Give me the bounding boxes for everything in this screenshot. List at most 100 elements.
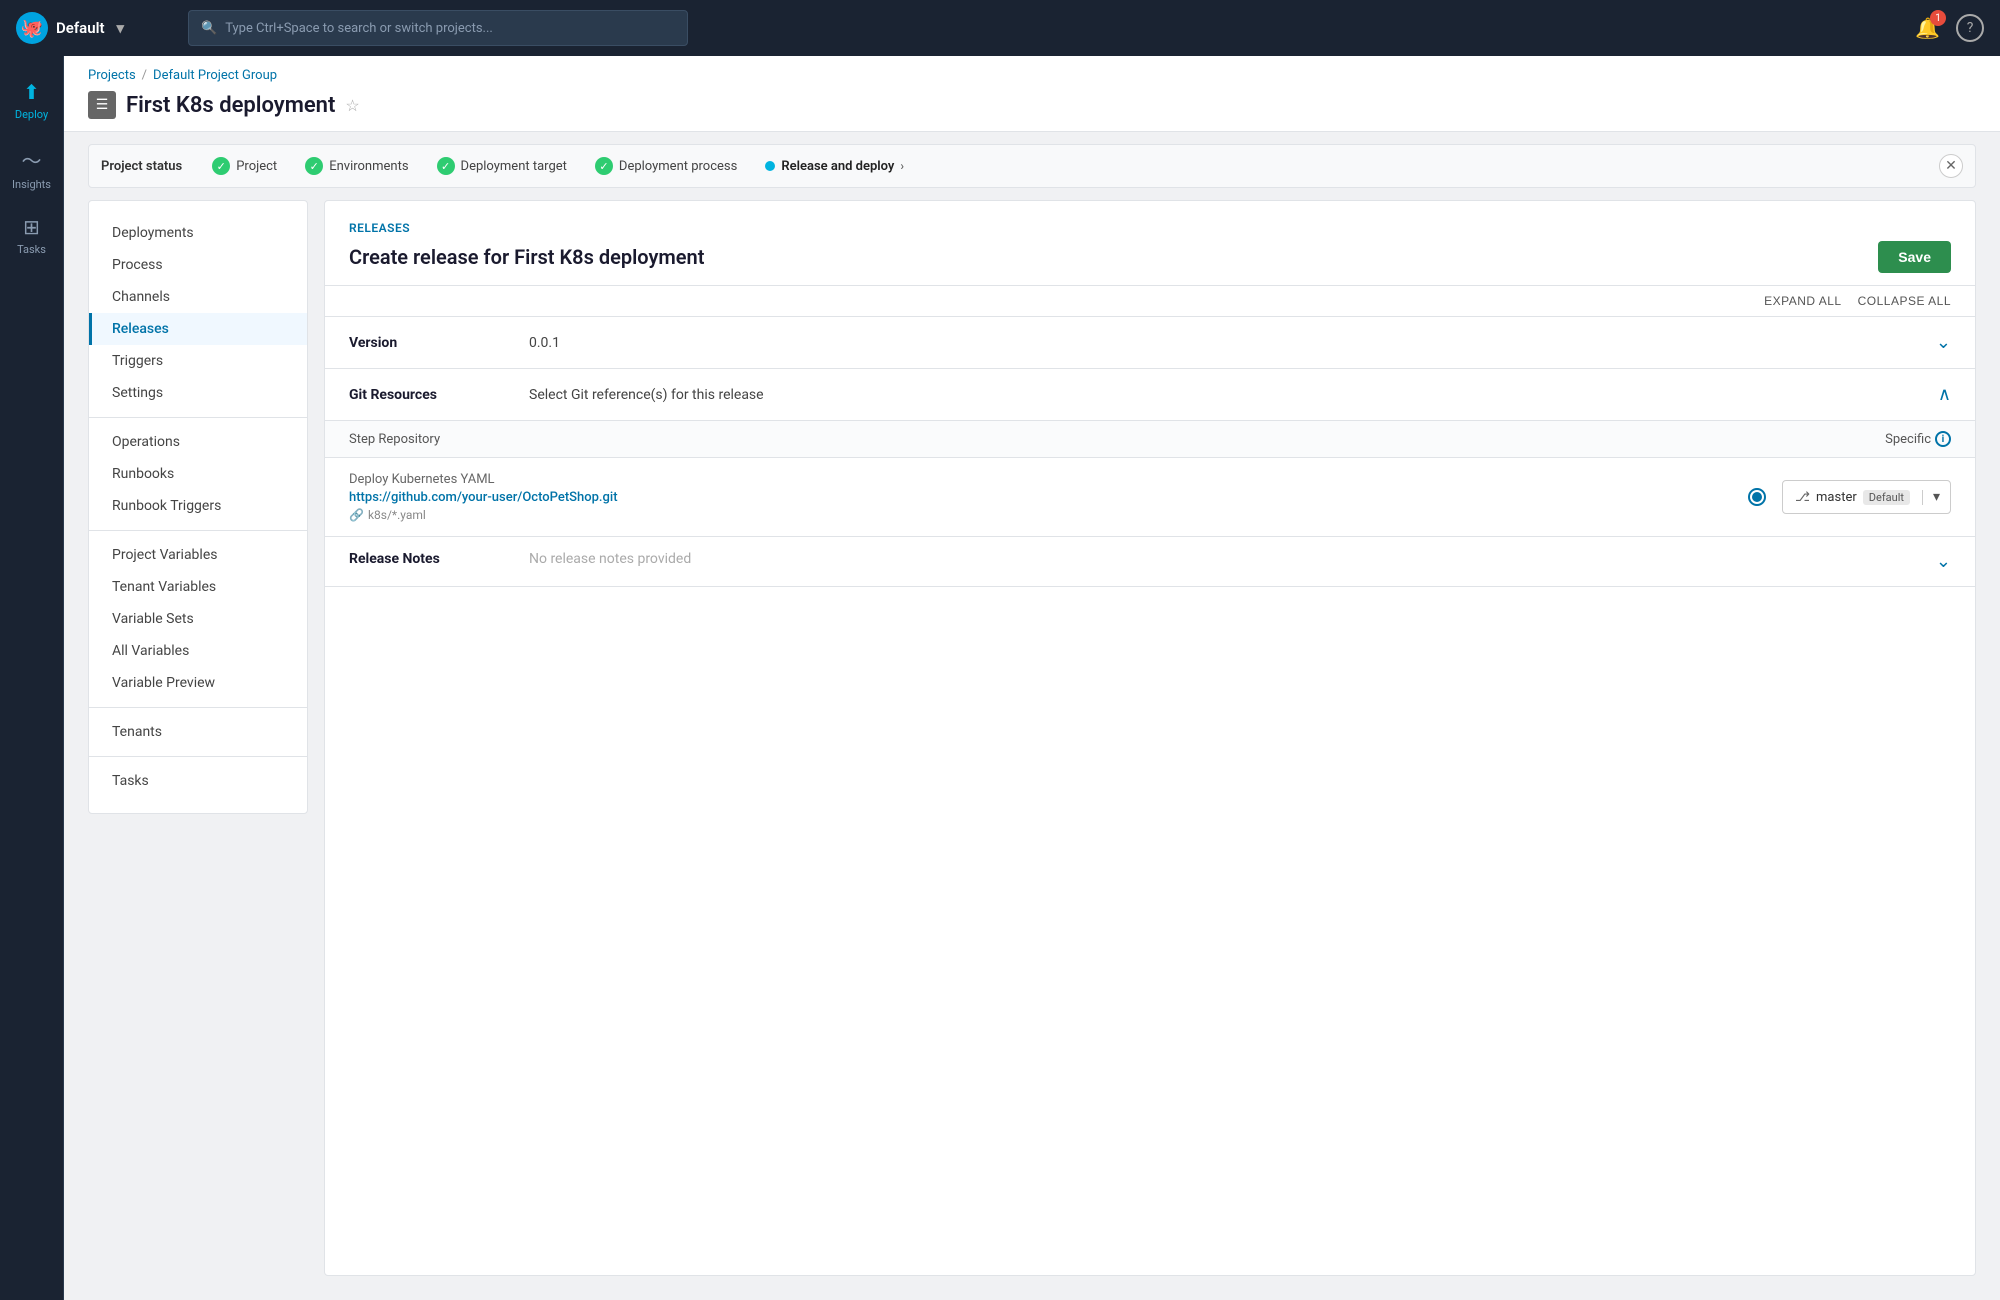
notifications-button[interactable]: 🔔 1 [1915, 16, 1940, 40]
environments-status-check: ✓ [305, 157, 323, 175]
branch-selector[interactable]: ⎇ master Default ▾ [1782, 480, 1951, 514]
workspace-name: Default [56, 19, 105, 37]
status-project-label: Project [236, 159, 277, 174]
nav-divider-2 [89, 530, 307, 531]
sidebar-item-label-tasks: Tasks [17, 243, 46, 256]
git-resource-entry: Deploy Kubernetes YAML https://github.co… [325, 458, 1975, 536]
status-bar-label: Project status [101, 159, 182, 174]
status-item-project[interactable]: ✓ Project [198, 157, 291, 175]
save-button[interactable]: Save [1878, 241, 1951, 273]
deploy-path: 🔗 k8s/*.yaml [349, 508, 1732, 522]
chevron-down-icon: ▾ [1933, 489, 1940, 505]
status-item-deployment-target[interactable]: ✓ Deployment target [423, 157, 581, 175]
project-icon-symbol: ☰ [96, 97, 109, 113]
expand-all-button[interactable]: EXPAND ALL [1764, 294, 1841, 308]
radio-button[interactable] [1748, 488, 1766, 506]
left-nav: Deployments Process Channels Releases Tr… [88, 200, 308, 814]
expand-collapse-row: EXPAND ALL COLLAPSE ALL [325, 286, 1975, 317]
project-status-check: ✓ [212, 157, 230, 175]
version-toggle-icon[interactable]: ⌄ [1936, 332, 1951, 353]
releases-title-row: Create release for First K8s deployment … [349, 241, 1951, 273]
deployment-target-status-check: ✓ [437, 157, 455, 175]
version-label: Version [349, 335, 529, 351]
left-nav-item-project-variables[interactable]: Project Variables [89, 539, 307, 571]
workspace-dropdown-icon: ▾ [117, 19, 125, 37]
search-icon: 🔍 [201, 21, 217, 36]
main-content: Releases Create release for First K8s de… [324, 200, 1976, 1276]
sidebar: ⬆ Deploy 〜 Insights ⊞ Tasks [0, 56, 64, 1300]
info-icon[interactable]: i [1935, 431, 1951, 447]
deploy-url[interactable]: https://github.com/your-user/OctoPetShop… [349, 490, 1732, 505]
branch-tag: Default [1863, 490, 1910, 505]
breadcrumb-separator: / [142, 68, 147, 83]
collapse-all-button[interactable]: COLLAPSE ALL [1858, 294, 1951, 308]
git-resource-info: Deploy Kubernetes YAML https://github.co… [349, 472, 1732, 522]
git-resources-toggle-icon[interactable]: ∧ [1938, 384, 1951, 405]
left-nav-item-deployments[interactable]: Deployments [89, 217, 307, 249]
insights-icon: 〜 [22, 145, 42, 174]
releases-header: Releases Create release for First K8s de… [325, 201, 1975, 286]
global-search[interactable]: 🔍 Type Ctrl+Space to search or switch pr… [188, 10, 688, 46]
left-nav-item-settings[interactable]: Settings [89, 377, 307, 409]
left-nav-item-operations[interactable]: Operations [89, 426, 307, 458]
project-icon: ☰ [88, 91, 116, 119]
close-icon: ✕ [1945, 158, 1957, 174]
sidebar-item-insights[interactable]: 〜 Insights [4, 137, 60, 199]
release-notes-placeholder: No release notes provided [529, 551, 1936, 567]
status-item-environments[interactable]: ✓ Environments [291, 157, 422, 175]
breadcrumb: Projects / Default Project Group [88, 68, 1976, 83]
project-status-bar: Project status ✓ Project ✓ Environments … [88, 144, 1976, 188]
workspace-selector[interactable]: 🐙 Default ▾ [16, 12, 176, 44]
left-nav-item-channels[interactable]: Channels [89, 281, 307, 313]
version-row: Version 0.0.1 ⌄ [325, 317, 1975, 369]
specific-label: Specific [1885, 432, 1931, 447]
help-button[interactable]: ? [1956, 14, 1984, 42]
left-nav-item-triggers[interactable]: Triggers [89, 345, 307, 377]
breadcrumb-group[interactable]: Default Project Group [153, 68, 277, 83]
status-bar-close[interactable]: ✕ [1939, 154, 1963, 178]
left-nav-item-tenants[interactable]: Tenants [89, 716, 307, 748]
left-nav-item-tasks-sub[interactable]: Tasks [89, 765, 307, 797]
deploy-path-text: k8s/*.yaml [368, 508, 426, 522]
top-nav-right: 🔔 1 ? [1915, 14, 1984, 42]
left-nav-item-all-variables[interactable]: All Variables [89, 635, 307, 667]
left-nav-item-runbooks[interactable]: Runbooks [89, 458, 307, 490]
release-notes-toggle-icon[interactable]: ⌄ [1936, 551, 1951, 572]
sidebar-item-deploy[interactable]: ⬆ Deploy [4, 72, 60, 129]
branch-dropdown-button[interactable]: ▾ [1923, 489, 1950, 505]
favorite-icon[interactable]: ☆ [345, 96, 359, 115]
breadcrumb-projects-link[interactable]: Projects [88, 68, 136, 83]
git-resources-body: Step Repository Specific i Deploy Kubern… [325, 421, 1975, 537]
octopus-logo: 🐙 [16, 12, 48, 44]
status-item-release-deploy[interactable]: Release and deploy › [751, 159, 918, 174]
sidebar-item-tasks[interactable]: ⊞ Tasks [4, 207, 60, 264]
specific-row: Specific i [1885, 431, 1951, 447]
left-nav-item-runbook-triggers[interactable]: Runbook Triggers [89, 490, 307, 522]
left-nav-item-variable-sets[interactable]: Variable Sets [89, 603, 307, 635]
left-nav-item-variable-preview[interactable]: Variable Preview [89, 667, 307, 699]
git-resources-placeholder: Select Git reference(s) for this release [529, 387, 1938, 403]
search-placeholder: Type Ctrl+Space to search or switch proj… [225, 21, 493, 36]
deploy-step-name: Deploy Kubernetes YAML [349, 472, 1732, 487]
left-nav-item-process[interactable]: Process [89, 249, 307, 281]
step-repository-label: Step Repository [349, 432, 1885, 447]
notification-badge: 1 [1930, 10, 1946, 26]
status-chevron-icon: › [900, 159, 904, 173]
deployment-process-status-check: ✓ [595, 157, 613, 175]
branch-icon: ⎇ [1795, 490, 1810, 505]
tasks-icon: ⊞ [23, 215, 40, 239]
left-nav-item-releases[interactable]: Releases [89, 313, 307, 345]
git-sub-header: Step Repository Specific i [325, 421, 1975, 458]
main-layout: ⬆ Deploy 〜 Insights ⊞ Tasks Projects / D… [0, 56, 2000, 1300]
version-value: 0.0.1 [529, 335, 1936, 351]
status-environments-label: Environments [329, 159, 408, 174]
status-release-deploy-label: Release and deploy [781, 159, 894, 174]
content-area: Projects / Default Project Group ☰ First… [64, 56, 2000, 1300]
status-deployment-process-label: Deployment process [619, 159, 737, 174]
git-resources-row: Git Resources Select Git reference(s) fo… [325, 369, 1975, 421]
top-nav: 🐙 Default ▾ 🔍 Type Ctrl+Space to search … [0, 0, 2000, 56]
nav-divider-4 [89, 756, 307, 757]
status-item-deployment-process[interactable]: ✓ Deployment process [581, 157, 751, 175]
page-title-row: ☰ First K8s deployment ☆ [88, 91, 1976, 119]
left-nav-item-tenant-variables[interactable]: Tenant Variables [89, 571, 307, 603]
